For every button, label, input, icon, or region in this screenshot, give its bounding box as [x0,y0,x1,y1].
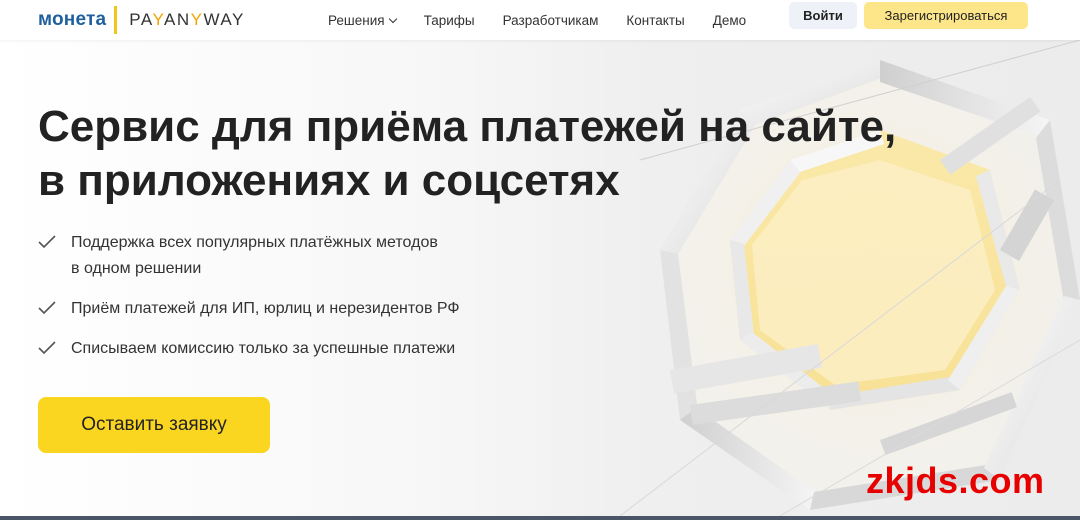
nav-item-solutions[interactable]: Решения [328,12,397,28]
nav-item-tariffs[interactable]: Тарифы [424,13,475,28]
feature-text: Списываем комиссию только за успешные пл… [71,340,456,357]
nav-item-label: Контакты [626,12,685,28]
check-icon [38,301,56,315]
register-button[interactable]: Зарегистрироваться [864,2,1028,29]
check-icon [38,341,56,355]
nav-item-demo[interactable]: Демо [713,13,746,28]
nav-item-label: Решения [328,12,385,28]
chevron-down-icon [388,14,397,23]
watermark: zkjds.com [866,460,1045,501]
feature-text: Приём платежей для ИП, юрлиц и нерезиден… [71,300,460,317]
hero-section: Сервис для приёма платежей на сайте, в п… [0,40,1080,516]
logo-payanyway: PAYANYWAY [129,10,245,29]
hero-title: Сервис для приёма платежей на сайте, в п… [38,100,998,208]
feature-list: Поддержка всех популярных платёжных мето… [38,230,460,376]
feature-text: Поддержка всех популярных платёжных мето… [71,234,438,251]
feature-text: в одном решении [71,260,202,277]
nav-item-label: Демо [712,12,747,28]
site-header: монета PAYANYWAY Решения Тарифы Разработ… [0,0,1080,40]
feature-item: Поддержка всех популярных платёжных мето… [38,230,460,282]
feature-item: Списываем комиссию только за успешные пл… [38,336,460,362]
hero-title-line-1: Сервис для приёма платежей на сайте, [38,102,897,151]
logo-moneta: монета [38,9,107,30]
logo[interactable]: монета PAYANYWAY [38,0,245,40]
login-button[interactable]: Войти [789,2,857,29]
submit-request-button[interactable]: Оставить заявку [38,397,270,453]
nav-item-label: Тарифы [423,12,475,28]
check-icon [38,235,56,249]
nav-item-label: Разработчикам [502,12,599,28]
nav-item-contacts[interactable]: Контакты [626,13,684,28]
feature-item: Приём платежей для ИП, юрлиц и нерезиден… [38,296,460,322]
bottom-divider [0,516,1080,520]
nav-item-developers[interactable]: Разработчикам [503,13,599,28]
logo-divider [114,6,118,34]
hero-title-line-2: в приложениях и соцсетях [38,156,620,205]
main-nav: Решения Тарифы Разработчикам Контакты Де… [328,0,774,40]
